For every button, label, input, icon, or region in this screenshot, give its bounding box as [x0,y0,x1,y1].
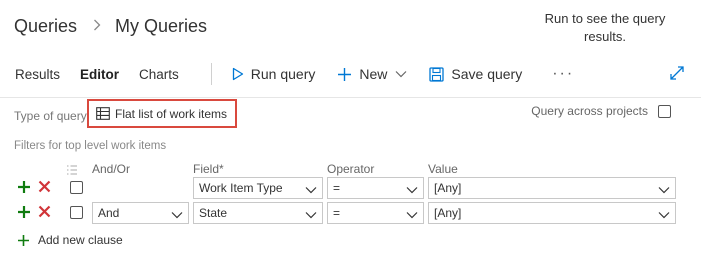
save-query-label: Save query [451,66,523,82]
tab-charts-label: Charts [139,66,179,82]
column-header-andor: And/Or [92,162,131,176]
operator-select[interactable]: = [327,202,424,224]
run-query-button[interactable]: Run query [232,66,316,82]
query-across-projects: Query across projects [531,104,671,118]
breadcrumb: Queries My Queries [14,16,207,37]
delete-clause-icon[interactable] [38,205,51,223]
chevron-down-icon [395,70,407,78]
chevron-down-icon [406,208,418,222]
value-select[interactable]: [Any] [428,177,676,199]
chevron-down-icon [305,183,317,197]
chevron-down-icon [658,183,670,197]
type-of-query-label: Type of query [14,109,87,123]
expand-icon[interactable] [669,65,685,86]
run-hint-text: Run to see the query results. [544,11,666,44]
andor-value: And [98,206,120,220]
value-select[interactable]: [Any] [428,202,676,224]
insert-clause-icon[interactable] [17,180,31,199]
operator-value: = [333,181,341,195]
tab-editor-label: Editor [80,66,120,82]
query-across-projects-label: Query across projects [531,104,648,118]
new-label: New [359,66,388,82]
query-type-value: Flat list of work items [115,106,228,121]
field-value: State [199,206,228,220]
clause-row: And State = [Any] [0,202,701,224]
query-type-selector[interactable]: Flat list of work items [87,99,237,128]
filters-title: Filters for top level work items [14,140,167,152]
chevron-down-icon [658,208,670,222]
tab-results[interactable]: Results [15,58,60,90]
column-header-value: Value [428,162,458,176]
operator-value: = [333,206,341,220]
tab-results-label: Results [15,66,61,82]
save-query-button[interactable]: Save query [429,66,522,82]
toolbar-separator [0,97,701,98]
column-header-operator: Operator [327,162,375,176]
chevron-down-icon [305,208,317,222]
chevron-right-icon [93,18,101,36]
toolbar-divider [210,63,212,85]
flat-list-icon [96,107,110,120]
play-icon [232,67,244,81]
field-value: Work Item Type [199,181,283,195]
insert-clause-icon[interactable] [17,205,31,224]
breadcrumb-root[interactable]: Queries [14,16,77,37]
plus-icon [17,234,30,247]
operator-select[interactable]: = [327,177,424,199]
tab-charts[interactable]: Charts [139,58,179,90]
clause-row: Work Item Type = [Any] [0,177,701,199]
field-select[interactable]: Work Item Type [193,177,323,199]
clause-checkbox[interactable] [70,206,83,219]
chevron-down-icon [406,183,418,197]
column-header-field: Field* [193,162,224,176]
value-value: [Any] [434,206,462,220]
breadcrumb-current[interactable]: My Queries [115,16,207,37]
query-across-projects-checkbox[interactable] [658,104,671,118]
add-new-clause-button[interactable]: Add new clause [17,233,123,247]
clause-checkbox[interactable] [70,181,83,194]
more-options-button[interactable]: ··· [552,65,574,83]
add-new-clause-label: Add new clause [38,233,123,247]
field-select[interactable]: State [193,202,323,224]
new-button[interactable]: New [337,66,407,82]
delete-clause-icon[interactable] [38,180,51,198]
plus-icon [337,67,352,82]
tab-editor[interactable]: Editor [80,58,119,90]
chevron-down-icon [171,208,183,222]
andor-select[interactable]: And [92,202,189,224]
save-icon [429,66,445,82]
run-query-label: Run query [250,66,316,82]
toolbar: Results Editor Charts Run query New Save… [0,58,701,90]
value-value: [Any] [434,181,462,195]
